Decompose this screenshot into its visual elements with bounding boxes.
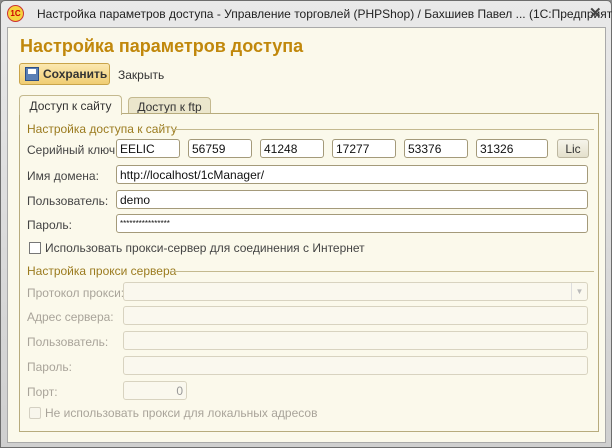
use-proxy-label: Использовать прокси-сервер для соединени… bbox=[45, 241, 365, 255]
proxy-address-label: Адрес сервера: bbox=[27, 310, 114, 324]
save-label: Сохранить bbox=[43, 67, 108, 81]
user-label: Пользователь: bbox=[27, 194, 109, 208]
window: 1С Настройка параметров доступа - Управл… bbox=[0, 0, 612, 448]
proxy-password-input[interactable] bbox=[123, 356, 588, 375]
user-input[interactable]: demo bbox=[116, 190, 588, 209]
close-window-icon[interactable]: ✕ bbox=[589, 4, 602, 22]
domain-input[interactable]: http://localhost/1cManager/ bbox=[116, 165, 588, 184]
proxy-address-input[interactable] bbox=[123, 306, 588, 325]
use-proxy-checkbox[interactable] bbox=[29, 242, 41, 254]
proxy-port-input[interactable]: 0 bbox=[123, 381, 187, 400]
window-title: Настройка параметров доступа - Управлени… bbox=[37, 7, 612, 21]
proxy-protocol-label: Протокол прокси: bbox=[27, 286, 125, 300]
tab-site-access[interactable]: Доступ к сайту bbox=[19, 95, 122, 115]
serial-field-2[interactable]: 56759 bbox=[188, 139, 252, 158]
divider bbox=[170, 271, 594, 272]
proxy-user-label: Пользователь: bbox=[27, 335, 109, 349]
page-title: Настройка параметров доступа bbox=[20, 36, 304, 56]
site-group-title: Настройка доступа к сайту bbox=[27, 122, 177, 136]
app-logo-icon: 1С bbox=[7, 5, 24, 22]
serial-label: Серийный ключ: bbox=[27, 143, 119, 157]
lic-button[interactable]: Lic bbox=[557, 139, 589, 158]
divider bbox=[172, 129, 594, 130]
serial-field-4[interactable]: 17277 bbox=[332, 139, 396, 158]
chevron-down-icon[interactable]: ▼ bbox=[571, 283, 587, 300]
proxy-password-label: Пароль: bbox=[27, 360, 72, 374]
tab-ftp-access[interactable]: Доступ к ftp bbox=[128, 97, 211, 114]
password-input[interactable]: **************** bbox=[116, 214, 588, 233]
close-button[interactable]: Закрыть bbox=[118, 68, 164, 82]
title-bar: 1С Настройка параметров доступа - Управл… bbox=[1, 1, 612, 26]
proxy-user-input[interactable] bbox=[123, 331, 588, 350]
serial-field-5[interactable]: 53376 bbox=[404, 139, 468, 158]
domain-label: Имя домена: bbox=[27, 169, 99, 183]
no-proxy-local-label: Не использовать прокси для локальных адр… bbox=[45, 406, 318, 420]
serial-field-6[interactable]: 31326 bbox=[476, 139, 548, 158]
password-label: Пароль: bbox=[27, 218, 72, 232]
serial-field-1[interactable]: EELIC bbox=[116, 139, 180, 158]
proxy-group-title: Настройка прокси сервера bbox=[27, 264, 177, 278]
proxy-protocol-select[interactable]: ▼ bbox=[123, 282, 588, 301]
form-body: Настройка параметров доступа Сохранить З… bbox=[7, 27, 606, 443]
save-button[interactable]: Сохранить bbox=[19, 63, 110, 85]
proxy-port-label: Порт: bbox=[27, 385, 58, 399]
floppy-disk-icon bbox=[25, 67, 39, 81]
serial-field-3[interactable]: 41248 bbox=[260, 139, 324, 158]
no-proxy-local-checkbox[interactable] bbox=[29, 407, 41, 419]
